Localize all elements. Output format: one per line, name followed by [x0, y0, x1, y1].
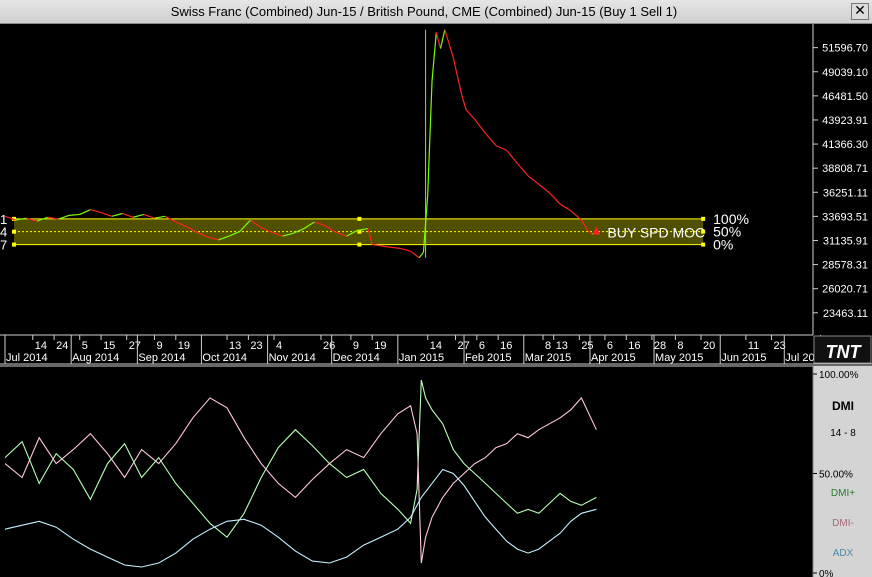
day-tick-label: 16: [628, 340, 640, 352]
day-tick-label: 13: [229, 340, 241, 352]
day-tick-label: 6: [479, 340, 485, 352]
dmi-legend-label: DMI-: [832, 518, 854, 529]
title-bar: Swiss Franc (Combined) Jun-15 / British …: [0, 0, 872, 24]
dmi-params: 14 - 8: [830, 428, 856, 439]
dmi-legend-label: DMI+: [831, 488, 855, 499]
retracement-handle: [357, 216, 362, 221]
day-tick-label: 11: [748, 340, 759, 352]
left-edge-label: 7: [0, 238, 7, 253]
dmi-y-tick-label: 50.00%: [819, 470, 853, 481]
close-button[interactable]: ✕: [851, 3, 869, 20]
retracement-handle: [701, 216, 706, 221]
day-tick-label: 6: [607, 340, 613, 352]
day-tick-label: 25: [581, 340, 593, 352]
dmi-series-line: [4, 468, 597, 568]
chart-window: Swiss Franc (Combined) Jun-15 / British …: [0, 0, 872, 577]
price-y-tick-label: 46481.50: [822, 91, 868, 103]
retracement-handle: [357, 242, 362, 247]
day-tick-label: 28: [654, 340, 666, 352]
retracement-handle: [12, 242, 16, 247]
month-label: Aug 2014: [72, 352, 119, 364]
price-y-tick-label: 43923.91: [822, 115, 868, 127]
price-y-tick-label: 23463.11: [823, 308, 868, 320]
dmi-y-tick-label: 100.00%: [819, 370, 859, 381]
time-axis: 1424515279191323426919142761681325616288…: [0, 334, 872, 365]
retracement-label: 0%: [713, 237, 733, 253]
price-y-tick-label: 41366.30: [822, 139, 868, 151]
day-tick-label: 23: [250, 340, 262, 352]
month-label: Dec 2014: [333, 352, 380, 364]
price-y-tick-label: 36251.11: [823, 187, 868, 199]
price-background: [0, 24, 872, 335]
day-tick-label: 8: [545, 340, 551, 352]
dmi-legend-label: ADX: [833, 548, 854, 559]
window-title: Swiss Franc (Combined) Jun-15 / British …: [170, 4, 678, 19]
day-tick-label: 20: [703, 340, 715, 352]
day-tick-label: 27: [129, 340, 141, 352]
price-y-tick-label: 49039.10: [822, 67, 868, 79]
price-y-tick-label: 33693.51: [822, 211, 868, 223]
price-y-tick-label: 51596.70: [822, 43, 868, 55]
month-label: Jul 2014: [6, 352, 48, 364]
month-label: Feb 2015: [465, 352, 511, 364]
month-label: Oct 2014: [202, 352, 247, 364]
retracement-handle: [701, 242, 706, 247]
price-y-tick-label: 31135.91: [823, 235, 868, 247]
day-tick-label: 24: [56, 340, 68, 352]
day-tick-label: 19: [374, 340, 386, 352]
month-label: Nov 2014: [269, 352, 316, 364]
day-tick-label: 9: [353, 340, 359, 352]
month-label: Jan 2015: [399, 352, 444, 364]
tnt-logo: TNT: [826, 342, 863, 362]
day-tick-label: 5: [82, 340, 88, 352]
day-tick-label: 4: [276, 340, 282, 352]
price-y-tick-label: 28578.31: [822, 260, 868, 272]
price-y-tick-label: 26020.71: [822, 284, 868, 296]
day-tick-label: 14: [430, 340, 442, 352]
month-label: Sep 2014: [138, 352, 185, 364]
price-y-tick-label: 38808.71: [822, 163, 868, 175]
retracement-handle: [12, 229, 16, 234]
day-tick-label: 13: [556, 340, 568, 352]
day-tick-label: 9: [156, 340, 162, 352]
day-tick-label: 15: [103, 340, 115, 352]
price-panel[interactable]: 51596.70 49039.10 46481.50 43923.91 41366.30…: [0, 24, 872, 335]
dmi-panel[interactable]: 100.00% 50.00% 0% DMI 14 - 8 DMI+ DMI- ADX: [0, 365, 872, 577]
chart-canvas: 51596.70 49039.10 46481.50 43923.91 41366.30…: [0, 24, 872, 577]
day-tick-label: 8: [677, 340, 683, 352]
day-tick-label: 19: [178, 340, 190, 352]
month-label: Jun 2015: [721, 352, 766, 364]
dmi-series-line: [4, 379, 597, 538]
dmi-y-tick-label: 0%: [819, 569, 834, 577]
dmi-series-line: [4, 396, 597, 564]
dmi-title: DMI: [832, 399, 854, 413]
signal-label: BUY SPD MOC: [607, 225, 705, 241]
month-label: Mar 2015: [525, 352, 571, 364]
day-tick-label: 16: [500, 340, 512, 352]
day-tick-label: 26: [323, 340, 335, 352]
month-label: Apr 2015: [591, 352, 636, 364]
month-label: May 2015: [655, 352, 703, 364]
day-tick-label: 14: [35, 340, 47, 352]
